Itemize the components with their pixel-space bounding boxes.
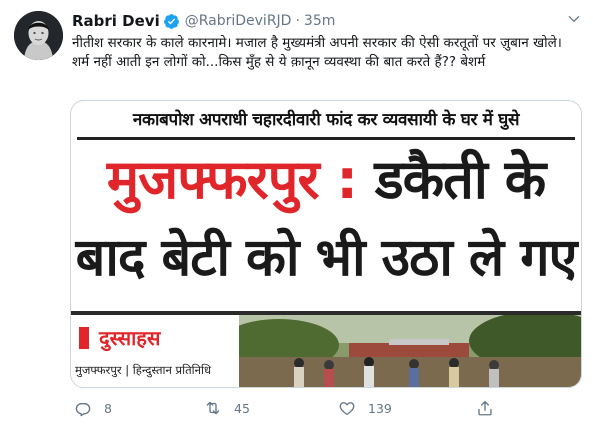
avatar-photo bbox=[14, 11, 63, 60]
chevron-down-icon[interactable] bbox=[567, 12, 581, 26]
share-icon bbox=[478, 400, 492, 416]
avatar[interactable] bbox=[14, 11, 63, 60]
reply-icon bbox=[75, 402, 91, 417]
tweet-actions: 8 45 139 bbox=[70, 396, 580, 420]
author-handle[interactable]: @RabriDeviRJD bbox=[185, 13, 292, 29]
newspaper-headline-line1: मुजफ्फरपुर : डकैती के bbox=[71, 147, 581, 213]
retweet-icon bbox=[206, 401, 220, 415]
tweet-media-image[interactable]: नकाबपोश अपराधी चहारदीवारी फांद कर व्यवसा… bbox=[70, 100, 582, 388]
like-count: 139 bbox=[368, 400, 392, 416]
author-name[interactable]: Rabri Devi bbox=[72, 12, 160, 30]
section-label: दुस्साहस bbox=[99, 326, 161, 350]
headline-separator: : bbox=[336, 148, 358, 211]
reply-count: 8 bbox=[104, 400, 112, 416]
share-button[interactable] bbox=[476, 396, 506, 420]
headline-place: मुजफ्फरपुर bbox=[106, 148, 320, 211]
heart-icon bbox=[339, 402, 355, 416]
meta-separator: · bbox=[295, 13, 300, 29]
headline-rest: डकैती के bbox=[374, 148, 546, 211]
newspaper-byline: मुजफ्फरपुर | हिन्दुस्तान प्रतिनिधि bbox=[75, 363, 212, 377]
newspaper-kicker: नकाबपोश अपराधी चहारदीवारी फांद कर व्यवसा… bbox=[132, 110, 520, 130]
tweet-timestamp[interactable]: 35m bbox=[304, 13, 335, 29]
retweet-button[interactable]: 45 bbox=[204, 396, 250, 420]
verified-badge-icon bbox=[163, 13, 179, 29]
reply-button[interactable]: 8 bbox=[74, 396, 112, 420]
divider bbox=[77, 137, 575, 140]
tweet-text: नीतीश सरकार के काले कारनामे। मजाल है मुख… bbox=[72, 35, 562, 70]
tweet-header: Rabri Devi @RabriDeviRJD · 35m bbox=[72, 10, 335, 32]
news-photo bbox=[239, 315, 581, 387]
tweet-card[interactable]: Rabri Devi @RabriDeviRJD · 35m नीतीश सरक… bbox=[0, 0, 593, 430]
like-button[interactable]: 139 bbox=[338, 396, 392, 420]
newspaper-headline-line2: बाद बेटी को भी उठा ले गए bbox=[75, 228, 578, 288]
retweet-count: 45 bbox=[234, 400, 250, 416]
